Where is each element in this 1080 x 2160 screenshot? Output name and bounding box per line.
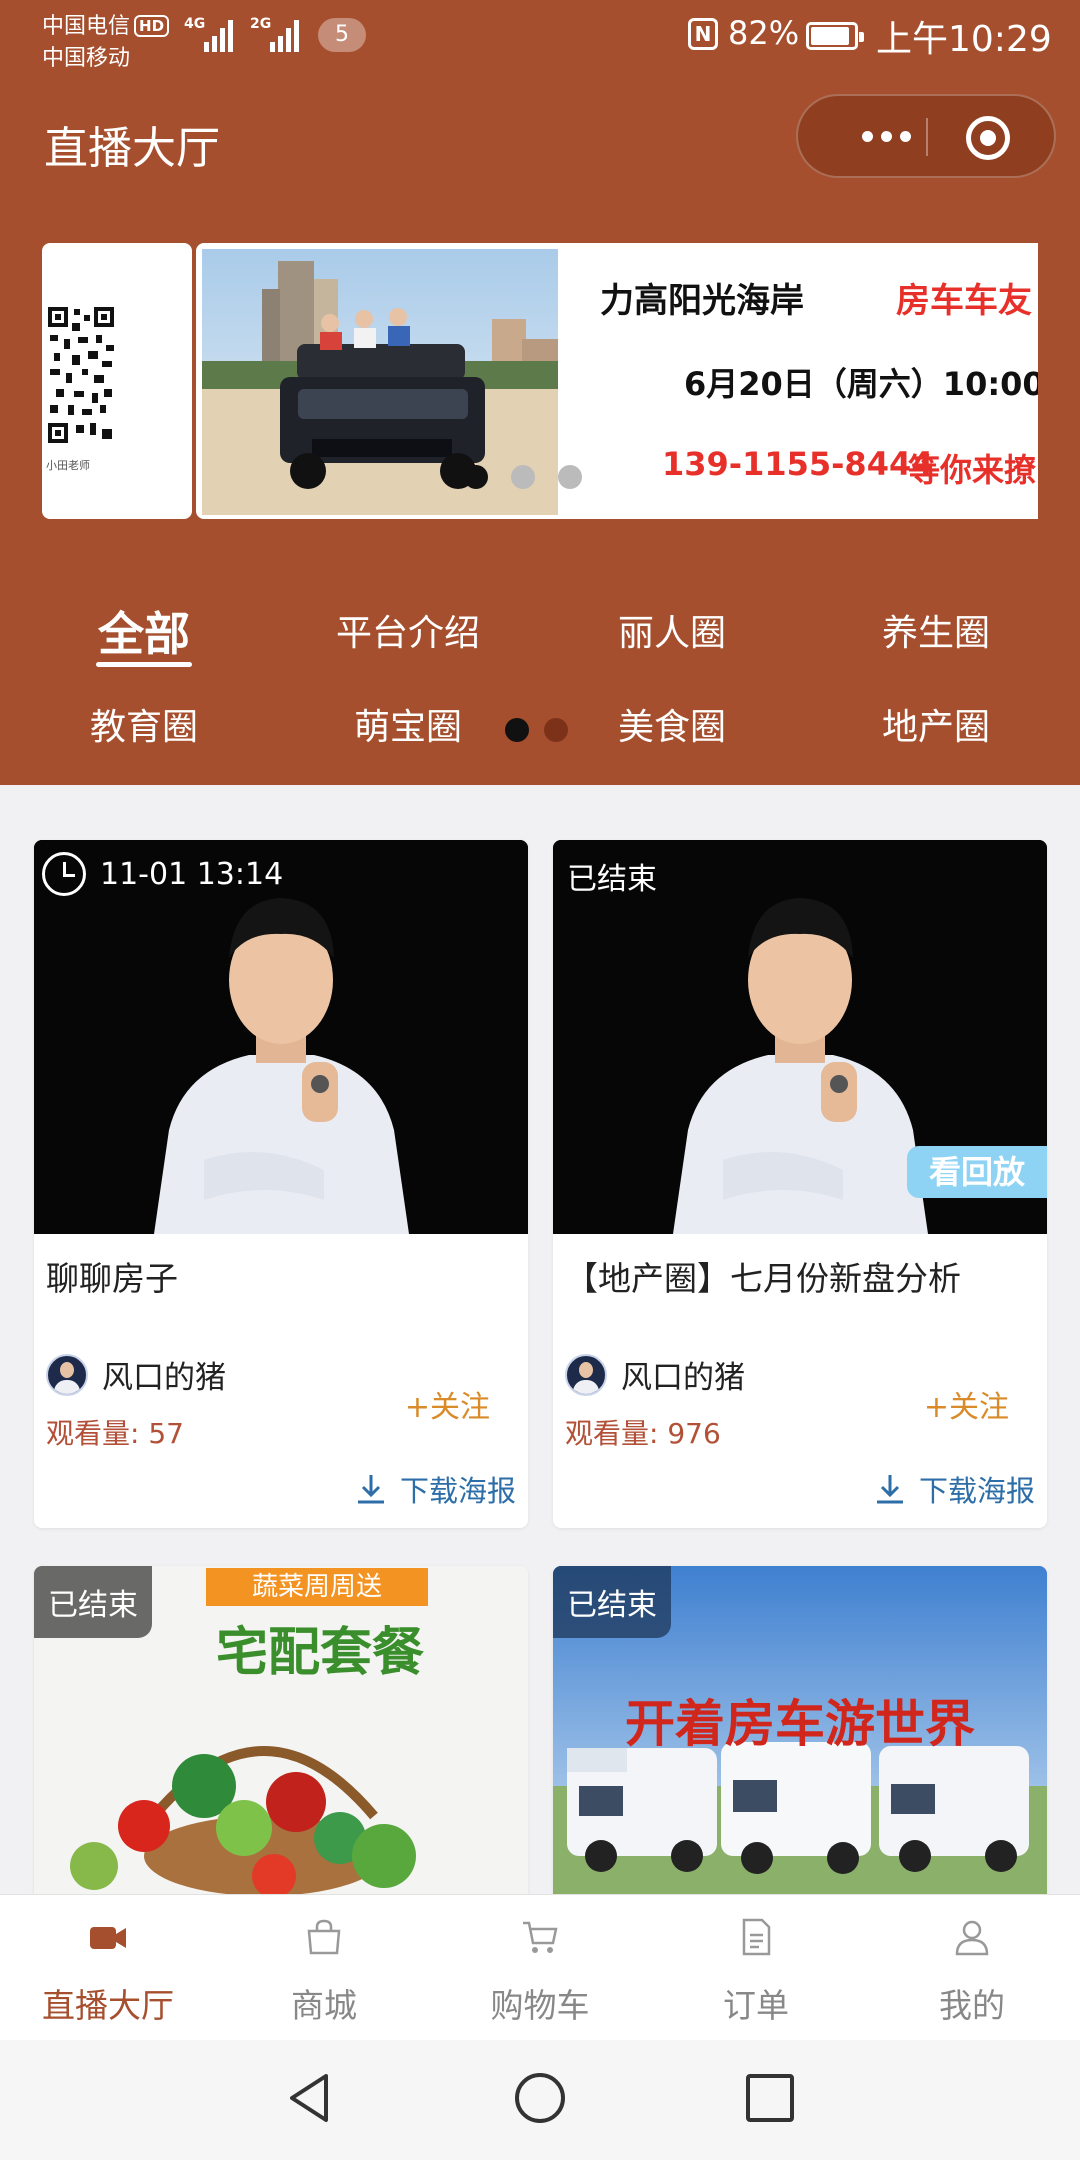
status-time: 上午10:29 (876, 19, 1052, 60)
poster-main-text: 宅配套餐 (215, 1623, 424, 1683)
download-icon (357, 1475, 384, 1504)
tab-label: 购物车 (490, 1986, 590, 2025)
recent-apps-icon[interactable] (742, 2070, 798, 2126)
ended-status-tag: 已结束 (567, 862, 657, 897)
banner-dot[interactable] (558, 465, 582, 489)
user-icon (955, 1920, 989, 1956)
tab-orders[interactable]: 订单 (648, 1895, 864, 2041)
start-time-tag: 11-01 13:14 (42, 852, 283, 896)
card-thumbnail[interactable]: 蔬菜周周送 宅配套餐 已结束 (34, 1566, 528, 1906)
banner-phone: 139-1155-8444 (662, 445, 934, 483)
category-platform-intro[interactable]: 平台介绍 (288, 604, 528, 656)
card-thumbnail[interactable]: 已结束 看回放 (553, 840, 1047, 1234)
banner-dot[interactable] (511, 465, 535, 489)
signal-4g-icon: 4G (184, 14, 234, 52)
avatar[interactable] (46, 1353, 88, 1396)
view-count: 观看量: 57 (46, 1417, 184, 1450)
battery-percent: 82% (728, 14, 800, 52)
tab-mine[interactable]: 我的 (864, 1895, 1080, 2041)
live-card[interactable]: 11-01 13:14 聊聊房子 风口的猪 +关注 观看量: 57 下载海报 (34, 840, 528, 1528)
banner-page-indicator (464, 465, 582, 489)
author-name: 风口的猪 (621, 1360, 745, 1396)
live-card[interactable]: 蔬菜周周送 宅配套餐 已结束 (34, 1566, 528, 1906)
avatar[interactable] (565, 1353, 607, 1396)
tab-label: 我的 (939, 1986, 1005, 2025)
tab-cart[interactable]: 购物车 (432, 1895, 648, 2041)
home-icon[interactable] (512, 2070, 568, 2126)
category-all[interactable]: 全部 (24, 598, 264, 664)
banner-dot[interactable] (464, 465, 488, 489)
status-bar: 中国电信 HD 中国移动 4G 2G 5 N 82% 上午10:29 (0, 0, 1080, 72)
ended-status-tag: 已结束 (34, 1566, 152, 1638)
ended-status-tag: 已结束 (553, 1566, 671, 1638)
document-icon (742, 1918, 771, 1956)
carrier-1: 中国电信 HD (42, 8, 170, 40)
category-baby[interactable]: 萌宝圈 (288, 698, 528, 750)
cart-icon (523, 1921, 558, 1953)
more-icon[interactable] (836, 96, 936, 176)
banner-line-2: 6月20日（周六）10:00 (684, 365, 1038, 403)
carrier-2: 中国移动 (42, 46, 131, 71)
category-education[interactable]: 教育圈 (24, 698, 264, 750)
card-thumbnail[interactable]: 11-01 13:14 (34, 840, 528, 1234)
battery-fill (811, 27, 849, 45)
header: 中国电信HD 中国移动 4G 2G 5 N 82% 上午10:29 直播大厅 (0, 0, 1080, 785)
poster-top-text: 蔬菜周周送 (251, 1572, 382, 1602)
banner-line-1-right: 房车车友 (896, 281, 1032, 321)
follow-button[interactable]: +关注 (405, 1382, 490, 1426)
qr-caption: 小田老师 (46, 459, 90, 472)
banner-line-1: 力高阳光海岸 (600, 281, 804, 321)
banner-current-slide[interactable]: 力高阳光海岸 房车车友 6月20日（周六）10:00 139-1155-8444… (196, 243, 1038, 519)
miniprogram-capsule (796, 94, 1056, 178)
poster-main-text: 开着房车游世界 (625, 1695, 975, 1753)
qr-code-icon (46, 305, 116, 445)
nfc-icon: N (688, 18, 718, 50)
card-author[interactable]: 风口的猪 (565, 1352, 745, 1397)
title-bar: 直播大厅 (0, 90, 1080, 186)
watch-replay-button[interactable]: 看回放 (907, 1146, 1047, 1198)
category-page-indicator (505, 718, 568, 742)
tab-label: 订单 (723, 1986, 789, 2025)
card-author[interactable]: 风口的猪 (46, 1352, 226, 1397)
live-card[interactable]: 开着房车游世界 已结束 (553, 1566, 1047, 1906)
video-camera-icon (90, 1927, 126, 1949)
back-icon[interactable] (282, 2070, 338, 2126)
category-active-underline (96, 662, 192, 667)
close-target-icon[interactable] (966, 116, 1010, 160)
page-title: 直播大厅 (44, 123, 220, 174)
shopping-bag-icon (307, 1919, 341, 1955)
signal-2g-icon: 2G (250, 14, 300, 52)
tab-label: 商城 (291, 1986, 357, 2025)
battery-icon (806, 22, 864, 50)
card-title[interactable]: 聊聊房子 (46, 1252, 178, 1300)
host-portrait (34, 840, 528, 1234)
card-thumbnail[interactable]: 开着房车游世界 已结束 (553, 1566, 1047, 1906)
category-beauty[interactable]: 丽人圈 (552, 604, 792, 656)
clock-icon (42, 852, 86, 896)
view-count: 观看量: 976 (565, 1417, 721, 1450)
tab-live-hall[interactable]: 直播大厅 (0, 1895, 216, 2041)
download-poster-button[interactable]: 下载海报 (354, 1468, 516, 1510)
system-navigation-bar (0, 2040, 1080, 2160)
banner-previous-slide[interactable]: 小田老师 (42, 243, 192, 519)
notification-badge: 5 (318, 18, 366, 52)
follow-button[interactable]: +关注 (924, 1382, 1009, 1426)
banner-line-3-right: 等你来撩 (908, 451, 1037, 489)
download-icon (876, 1475, 903, 1504)
tab-label: 直播大厅 (42, 1986, 174, 2025)
tab-mall[interactable]: 商城 (216, 1895, 432, 2041)
bottom-tab-bar: 直播大厅 商城 购物车 订单 我的 (0, 1894, 1080, 2040)
category-wellness[interactable]: 养生圈 (816, 604, 1056, 656)
category-real-estate[interactable]: 地产圈 (816, 698, 1056, 750)
card-title[interactable]: 【地产圈】七月份新盘分析 (565, 1252, 961, 1300)
hd-badge: HD (134, 15, 170, 37)
author-name: 风口的猪 (102, 1360, 226, 1396)
live-card[interactable]: 已结束 看回放 【地产圈】七月份新盘分析 风口的猪 +关注 观看量: 976 下… (553, 840, 1047, 1528)
download-poster-button[interactable]: 下载海报 (873, 1468, 1035, 1510)
category-food[interactable]: 美食圈 (552, 698, 792, 750)
